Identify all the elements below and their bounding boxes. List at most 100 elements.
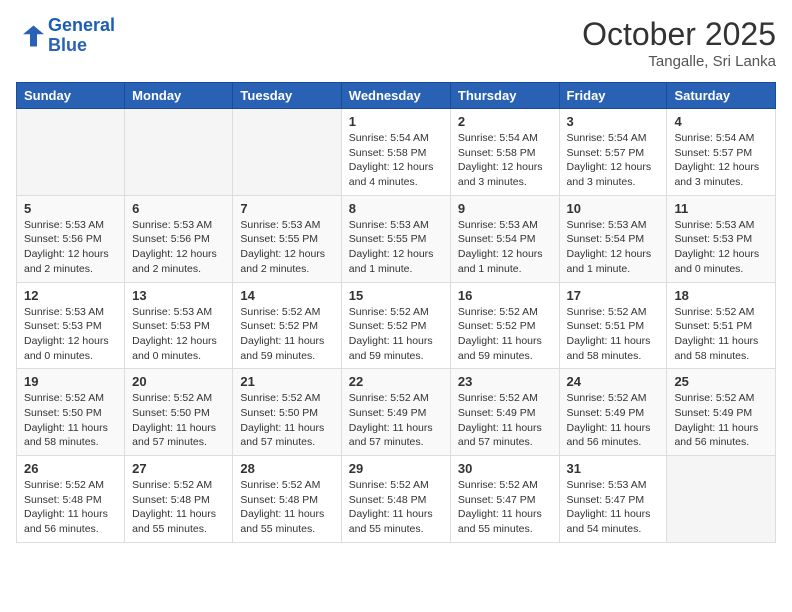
day-info: Sunrise: 5:52 AM Sunset: 5:50 PM Dayligh… <box>132 391 225 450</box>
day-info: Sunrise: 5:52 AM Sunset: 5:48 PM Dayligh… <box>349 478 443 537</box>
calendar-cell: 13 Sunrise: 5:53 AM Sunset: 5:53 PM Dayli… <box>125 282 233 369</box>
day-info: Sunrise: 5:52 AM Sunset: 5:52 PM Dayligh… <box>349 305 443 364</box>
day-number: 11 <box>674 201 768 216</box>
day-info: Sunrise: 5:54 AM Sunset: 5:57 PM Dayligh… <box>674 131 768 190</box>
day-info: Sunrise: 5:52 AM Sunset: 5:48 PM Dayligh… <box>132 478 225 537</box>
weekday-header: Thursday <box>450 83 559 109</box>
logo-line1: General <box>48 15 115 35</box>
day-info: Sunrise: 5:53 AM Sunset: 5:55 PM Dayligh… <box>349 218 443 277</box>
day-info: Sunrise: 5:54 AM Sunset: 5:58 PM Dayligh… <box>349 131 443 190</box>
day-info: Sunrise: 5:52 AM Sunset: 5:50 PM Dayligh… <box>24 391 117 450</box>
day-info: Sunrise: 5:53 AM Sunset: 5:54 PM Dayligh… <box>458 218 552 277</box>
calendar-cell: 9 Sunrise: 5:53 AM Sunset: 5:54 PM Daylig… <box>450 195 559 282</box>
calendar-cell: 7 Sunrise: 5:53 AM Sunset: 5:55 PM Daylig… <box>233 195 341 282</box>
page-header: General Blue October 2025 Tangalle, Sri … <box>16 16 776 70</box>
weekday-header: Wednesday <box>341 83 450 109</box>
calendar-cell <box>233 109 341 196</box>
month-title: October 2025 <box>582 16 776 53</box>
day-number: 25 <box>674 374 768 389</box>
day-info: Sunrise: 5:53 AM Sunset: 5:56 PM Dayligh… <box>24 218 117 277</box>
calendar-cell: 15 Sunrise: 5:52 AM Sunset: 5:52 PM Dayli… <box>341 282 450 369</box>
day-number: 20 <box>132 374 225 389</box>
day-number: 4 <box>674 114 768 129</box>
calendar-cell: 6Sunrise: 5:53 AM Sunset: 5:56 PM Daylig… <box>125 195 233 282</box>
calendar-cell: 24 Sunrise: 5:52 AM Sunset: 5:49 PM Dayli… <box>559 369 667 456</box>
day-info: Sunrise: 5:52 AM Sunset: 5:52 PM Dayligh… <box>458 305 552 364</box>
calendar-cell: 30 Sunrise: 5:52 AM Sunset: 5:47 PM Dayli… <box>450 456 559 543</box>
day-info: Sunrise: 5:53 AM Sunset: 5:53 PM Dayligh… <box>132 305 225 364</box>
day-number: 26 <box>24 461 117 476</box>
calendar-cell: 19 Sunrise: 5:52 AM Sunset: 5:50 PM Dayli… <box>17 369 125 456</box>
day-number: 1 <box>349 114 443 129</box>
calendar-cell: 31Sunrise: 5:53 AM Sunset: 5:47 PM Dayli… <box>559 456 667 543</box>
calendar-week-row: 12 Sunrise: 5:53 AM Sunset: 5:53 PM Dayli… <box>17 282 776 369</box>
logo-icon <box>16 22 44 50</box>
day-info: Sunrise: 5:52 AM Sunset: 5:51 PM Dayligh… <box>674 305 768 364</box>
calendar-cell: 16 Sunrise: 5:52 AM Sunset: 5:52 PM Dayli… <box>450 282 559 369</box>
calendar-cell: 8 Sunrise: 5:53 AM Sunset: 5:55 PM Daylig… <box>341 195 450 282</box>
calendar-week-row: 26 Sunrise: 5:52 AM Sunset: 5:48 PM Dayli… <box>17 456 776 543</box>
day-info: Sunrise: 5:54 AM Sunset: 5:58 PM Dayligh… <box>458 131 552 190</box>
calendar-cell: 1 Sunrise: 5:54 AM Sunset: 5:58 PM Daylig… <box>341 109 450 196</box>
day-number: 14 <box>240 288 333 303</box>
weekday-header: Tuesday <box>233 83 341 109</box>
day-number: 27 <box>132 461 225 476</box>
day-number: 12 <box>24 288 117 303</box>
day-number: 13 <box>132 288 225 303</box>
day-info: Sunrise: 5:53 AM Sunset: 5:53 PM Dayligh… <box>24 305 117 364</box>
day-info: Sunrise: 5:52 AM Sunset: 5:47 PM Dayligh… <box>458 478 552 537</box>
day-info: Sunrise: 5:52 AM Sunset: 5:48 PM Dayligh… <box>24 478 117 537</box>
day-number: 16 <box>458 288 552 303</box>
logo-text: General Blue <box>48 16 115 56</box>
day-number: 15 <box>349 288 443 303</box>
day-info: Sunrise: 5:53 AM Sunset: 5:56 PM Dayligh… <box>132 218 225 277</box>
calendar-week-row: 19 Sunrise: 5:52 AM Sunset: 5:50 PM Dayli… <box>17 369 776 456</box>
weekday-header: Monday <box>125 83 233 109</box>
calendar-week-row: 1 Sunrise: 5:54 AM Sunset: 5:58 PM Daylig… <box>17 109 776 196</box>
calendar-cell: 23Sunrise: 5:52 AM Sunset: 5:49 PM Dayli… <box>450 369 559 456</box>
calendar-cell: 10Sunrise: 5:53 AM Sunset: 5:54 PM Dayli… <box>559 195 667 282</box>
day-number: 19 <box>24 374 117 389</box>
calendar-cell: 27 Sunrise: 5:52 AM Sunset: 5:48 PM Dayli… <box>125 456 233 543</box>
calendar-cell <box>667 456 776 543</box>
calendar-cell: 4 Sunrise: 5:54 AM Sunset: 5:57 PM Daylig… <box>667 109 776 196</box>
day-number: 22 <box>349 374 443 389</box>
calendar-cell: 14 Sunrise: 5:52 AM Sunset: 5:52 PM Dayli… <box>233 282 341 369</box>
day-number: 7 <box>240 201 333 216</box>
day-info: Sunrise: 5:52 AM Sunset: 5:52 PM Dayligh… <box>240 305 333 364</box>
calendar-cell: 26 Sunrise: 5:52 AM Sunset: 5:48 PM Dayli… <box>17 456 125 543</box>
day-info: Sunrise: 5:53 AM Sunset: 5:53 PM Dayligh… <box>674 218 768 277</box>
calendar-cell: 17Sunrise: 5:52 AM Sunset: 5:51 PM Dayli… <box>559 282 667 369</box>
weekday-header: Saturday <box>667 83 776 109</box>
day-number: 17 <box>567 288 660 303</box>
day-info: Sunrise: 5:52 AM Sunset: 5:49 PM Dayligh… <box>674 391 768 450</box>
day-number: 29 <box>349 461 443 476</box>
logo: General Blue <box>16 16 115 56</box>
weekday-header: Friday <box>559 83 667 109</box>
day-info: Sunrise: 5:53 AM Sunset: 5:55 PM Dayligh… <box>240 218 333 277</box>
logo-line2: Blue <box>48 35 87 55</box>
day-number: 9 <box>458 201 552 216</box>
calendar-cell: 29 Sunrise: 5:52 AM Sunset: 5:48 PM Dayli… <box>341 456 450 543</box>
day-info: Sunrise: 5:52 AM Sunset: 5:49 PM Dayligh… <box>567 391 660 450</box>
day-number: 23 <box>458 374 552 389</box>
day-number: 10 <box>567 201 660 216</box>
calendar-cell: 2Sunrise: 5:54 AM Sunset: 5:58 PM Daylig… <box>450 109 559 196</box>
day-number: 24 <box>567 374 660 389</box>
calendar-cell: 21Sunrise: 5:52 AM Sunset: 5:50 PM Dayli… <box>233 369 341 456</box>
day-number: 3 <box>567 114 660 129</box>
location: Tangalle, Sri Lanka <box>582 53 776 70</box>
calendar-cell: 25 Sunrise: 5:52 AM Sunset: 5:49 PM Dayli… <box>667 369 776 456</box>
day-number: 21 <box>240 374 333 389</box>
calendar-header-row: SundayMondayTuesdayWednesdayThursdayFrid… <box>17 83 776 109</box>
day-number: 5 <box>24 201 117 216</box>
title-block: October 2025 Tangalle, Sri Lanka <box>582 16 776 70</box>
day-number: 18 <box>674 288 768 303</box>
day-info: Sunrise: 5:53 AM Sunset: 5:47 PM Dayligh… <box>567 478 660 537</box>
calendar-cell: 11 Sunrise: 5:53 AM Sunset: 5:53 PM Dayli… <box>667 195 776 282</box>
day-number: 30 <box>458 461 552 476</box>
calendar-week-row: 5 Sunrise: 5:53 AM Sunset: 5:56 PM Daylig… <box>17 195 776 282</box>
calendar-cell: 12 Sunrise: 5:53 AM Sunset: 5:53 PM Dayli… <box>17 282 125 369</box>
day-number: 8 <box>349 201 443 216</box>
calendar-cell <box>125 109 233 196</box>
